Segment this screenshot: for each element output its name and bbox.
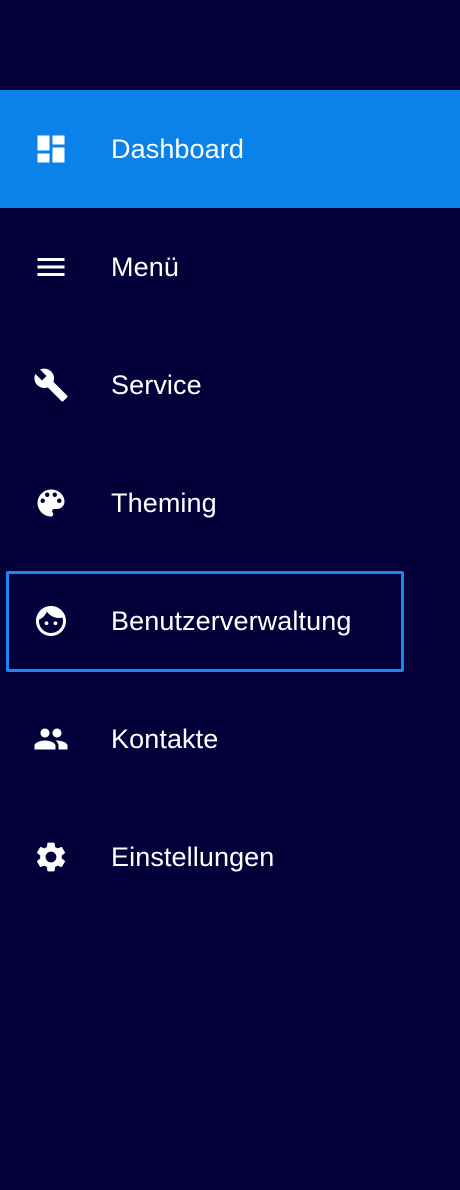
wrench-icon — [33, 367, 69, 403]
sidebar-item-label: Benutzerverwaltung — [111, 605, 352, 636]
palette-icon — [33, 485, 69, 521]
people-icon — [33, 721, 69, 757]
sidebar-item-label: Service — [111, 369, 202, 400]
sidebar-item-menu[interactable]: Menü — [0, 208, 460, 326]
sidebar-item-service[interactable]: Service — [0, 326, 460, 444]
sidebar: Dashboard Menü Service Theming Benutzerv — [0, 0, 460, 1190]
sidebar-nav: Dashboard Menü Service Theming Benutzerv — [0, 90, 460, 916]
sidebar-item-dashboard[interactable]: Dashboard — [0, 90, 460, 208]
sidebar-item-kontakte[interactable]: Kontakte — [0, 680, 460, 798]
dashboard-icon — [33, 131, 69, 167]
sidebar-item-einstellungen[interactable]: Einstellungen — [0, 798, 460, 916]
face-icon — [33, 603, 69, 639]
sidebar-item-label: Kontakte — [111, 723, 219, 754]
gear-icon — [33, 839, 69, 875]
sidebar-item-label: Dashboard — [111, 133, 244, 164]
sidebar-item-theming[interactable]: Theming — [0, 444, 460, 562]
sidebar-item-benutzerverwaltung[interactable]: Benutzerverwaltung — [0, 562, 460, 680]
sidebar-item-label: Menü — [111, 251, 179, 282]
sidebar-item-label: Theming — [111, 487, 217, 518]
sidebar-item-label: Einstellungen — [111, 841, 275, 872]
menu-icon — [33, 249, 69, 285]
